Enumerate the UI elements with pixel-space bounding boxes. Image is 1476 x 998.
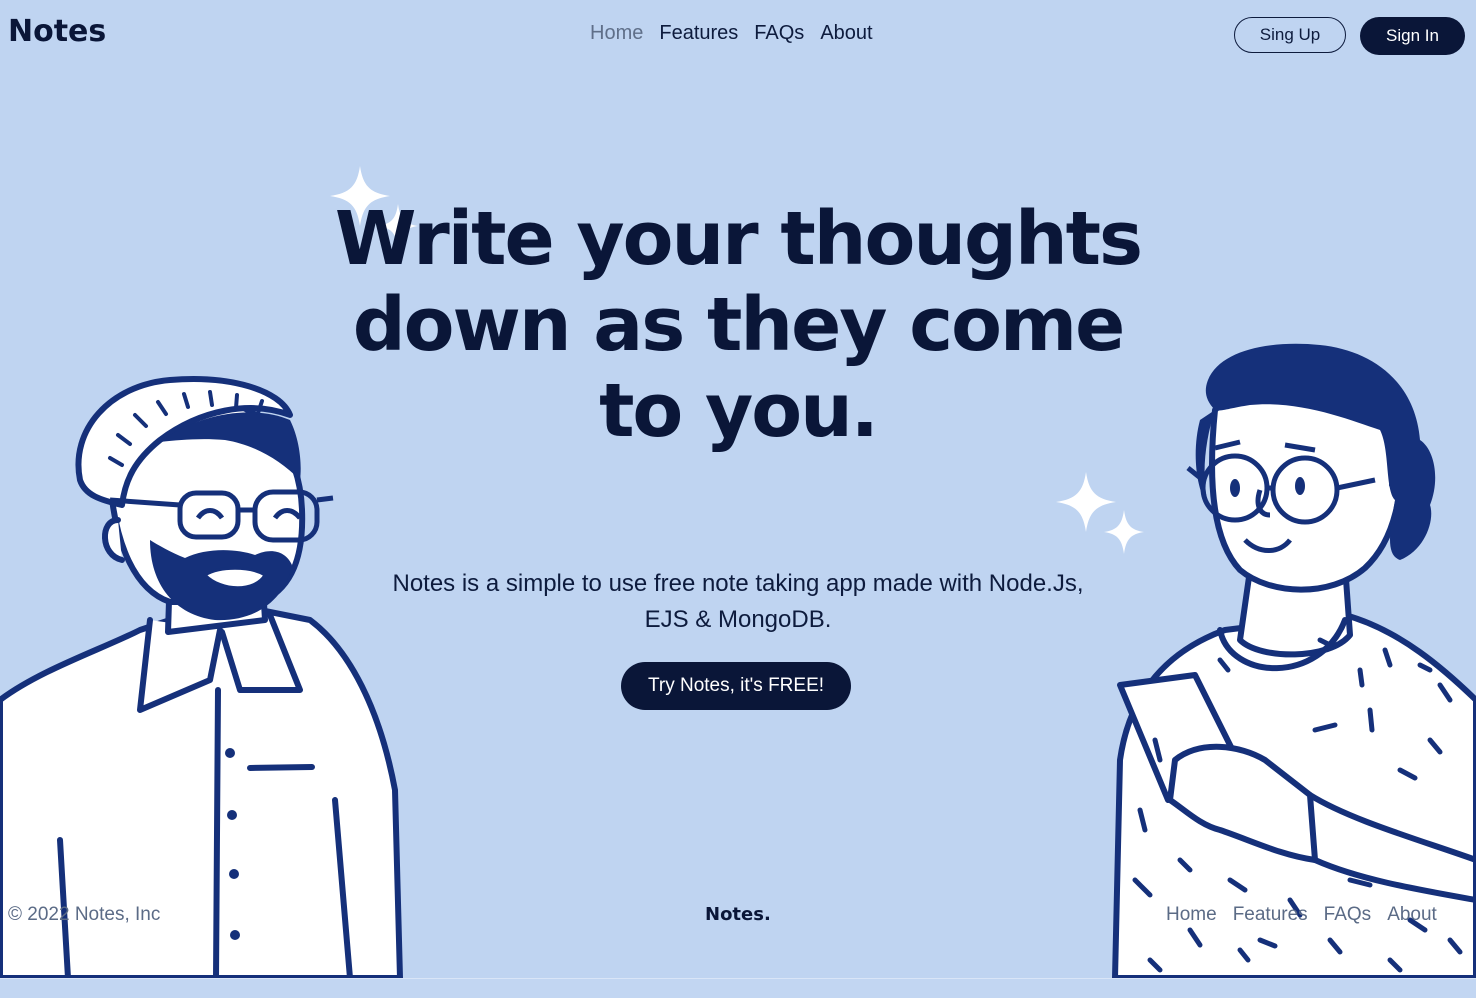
hero-subtitle: Notes is a simple to use free note takin…: [392, 570, 1084, 633]
nav-about[interactable]: About: [820, 22, 872, 45]
sign-in-button[interactable]: Sign In: [1360, 17, 1465, 55]
footer-nav-faqs[interactable]: FAQs: [1324, 904, 1372, 926]
woman-illustration: [1112, 343, 1476, 978]
man-illustration: [0, 376, 403, 978]
nav-features[interactable]: Features: [659, 22, 738, 45]
footer-brand[interactable]: Notes.: [705, 904, 771, 925]
footer-nav: Home Features FAQs About: [1166, 904, 1453, 926]
nav-faqs[interactable]: FAQs: [754, 22, 804, 45]
hero-title: Write your thoughts down as they come to…: [334, 196, 1143, 454]
footer-nav-features[interactable]: Features: [1233, 904, 1308, 926]
brand-logo[interactable]: Notes: [8, 14, 106, 49]
bottom-strip: [0, 978, 1476, 998]
try-notes-button[interactable]: Try Notes, it's FREE!: [621, 662, 851, 710]
footer-copyright: © 2022 Notes, Inc: [8, 904, 161, 925]
footer-nav-about[interactable]: About: [1387, 904, 1437, 926]
main-nav: Home Features FAQs About: [590, 22, 889, 45]
sign-up-button[interactable]: Sing Up: [1234, 17, 1346, 53]
nav-home[interactable]: Home: [590, 22, 643, 45]
landing-page: Notes Home Features FAQs About Sing Up S…: [0, 0, 1476, 978]
footer-nav-home[interactable]: Home: [1166, 904, 1217, 926]
